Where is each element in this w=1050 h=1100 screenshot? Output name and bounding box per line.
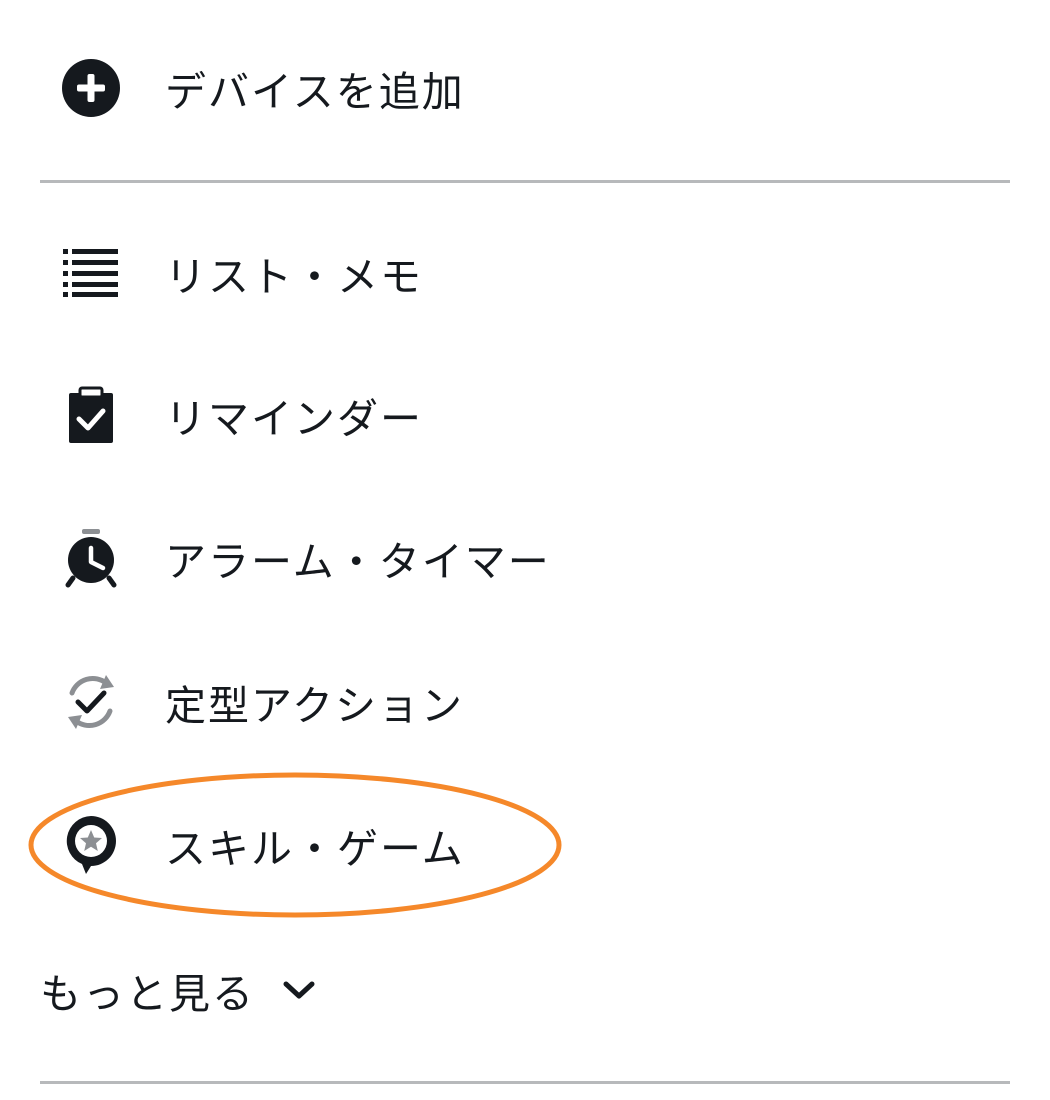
menu-item-label: アラーム・タイマー: [165, 538, 551, 586]
menu-item-reminders[interactable]: リマインダー: [0, 360, 1050, 470]
skill-star-bubble-icon: [60, 814, 122, 876]
add-device-item[interactable]: デバイスを追加: [0, 33, 1050, 143]
list-icon: [60, 242, 122, 304]
menu-item-routines[interactable]: 定型アクション: [0, 647, 1050, 757]
menu-item-skills-games[interactable]: スキル・ゲーム: [0, 790, 1050, 900]
menu-item-label: リスト・メモ: [165, 253, 423, 301]
menu-item-label: スキル・ゲーム: [165, 825, 465, 873]
menu-item-label: 定型アクション: [165, 682, 464, 730]
show-more-button[interactable]: もっと見る: [40, 955, 317, 1025]
menu-item-label: リマインダー: [165, 395, 423, 443]
chevron-down-icon: [281, 972, 317, 1008]
alarm-clock-icon: [60, 527, 122, 589]
show-more-label: もっと見る: [40, 970, 255, 1018]
divider: [40, 1081, 1010, 1084]
menu-item-alarms[interactable]: アラーム・タイマー: [0, 503, 1050, 613]
add-circle-icon: [60, 57, 122, 119]
divider: [40, 180, 1010, 183]
add-device-label: デバイスを追加: [165, 68, 465, 116]
clipboard-check-icon: [60, 384, 122, 446]
menu-item-lists[interactable]: リスト・メモ: [0, 218, 1050, 328]
routine-sync-check-icon: [60, 671, 122, 733]
